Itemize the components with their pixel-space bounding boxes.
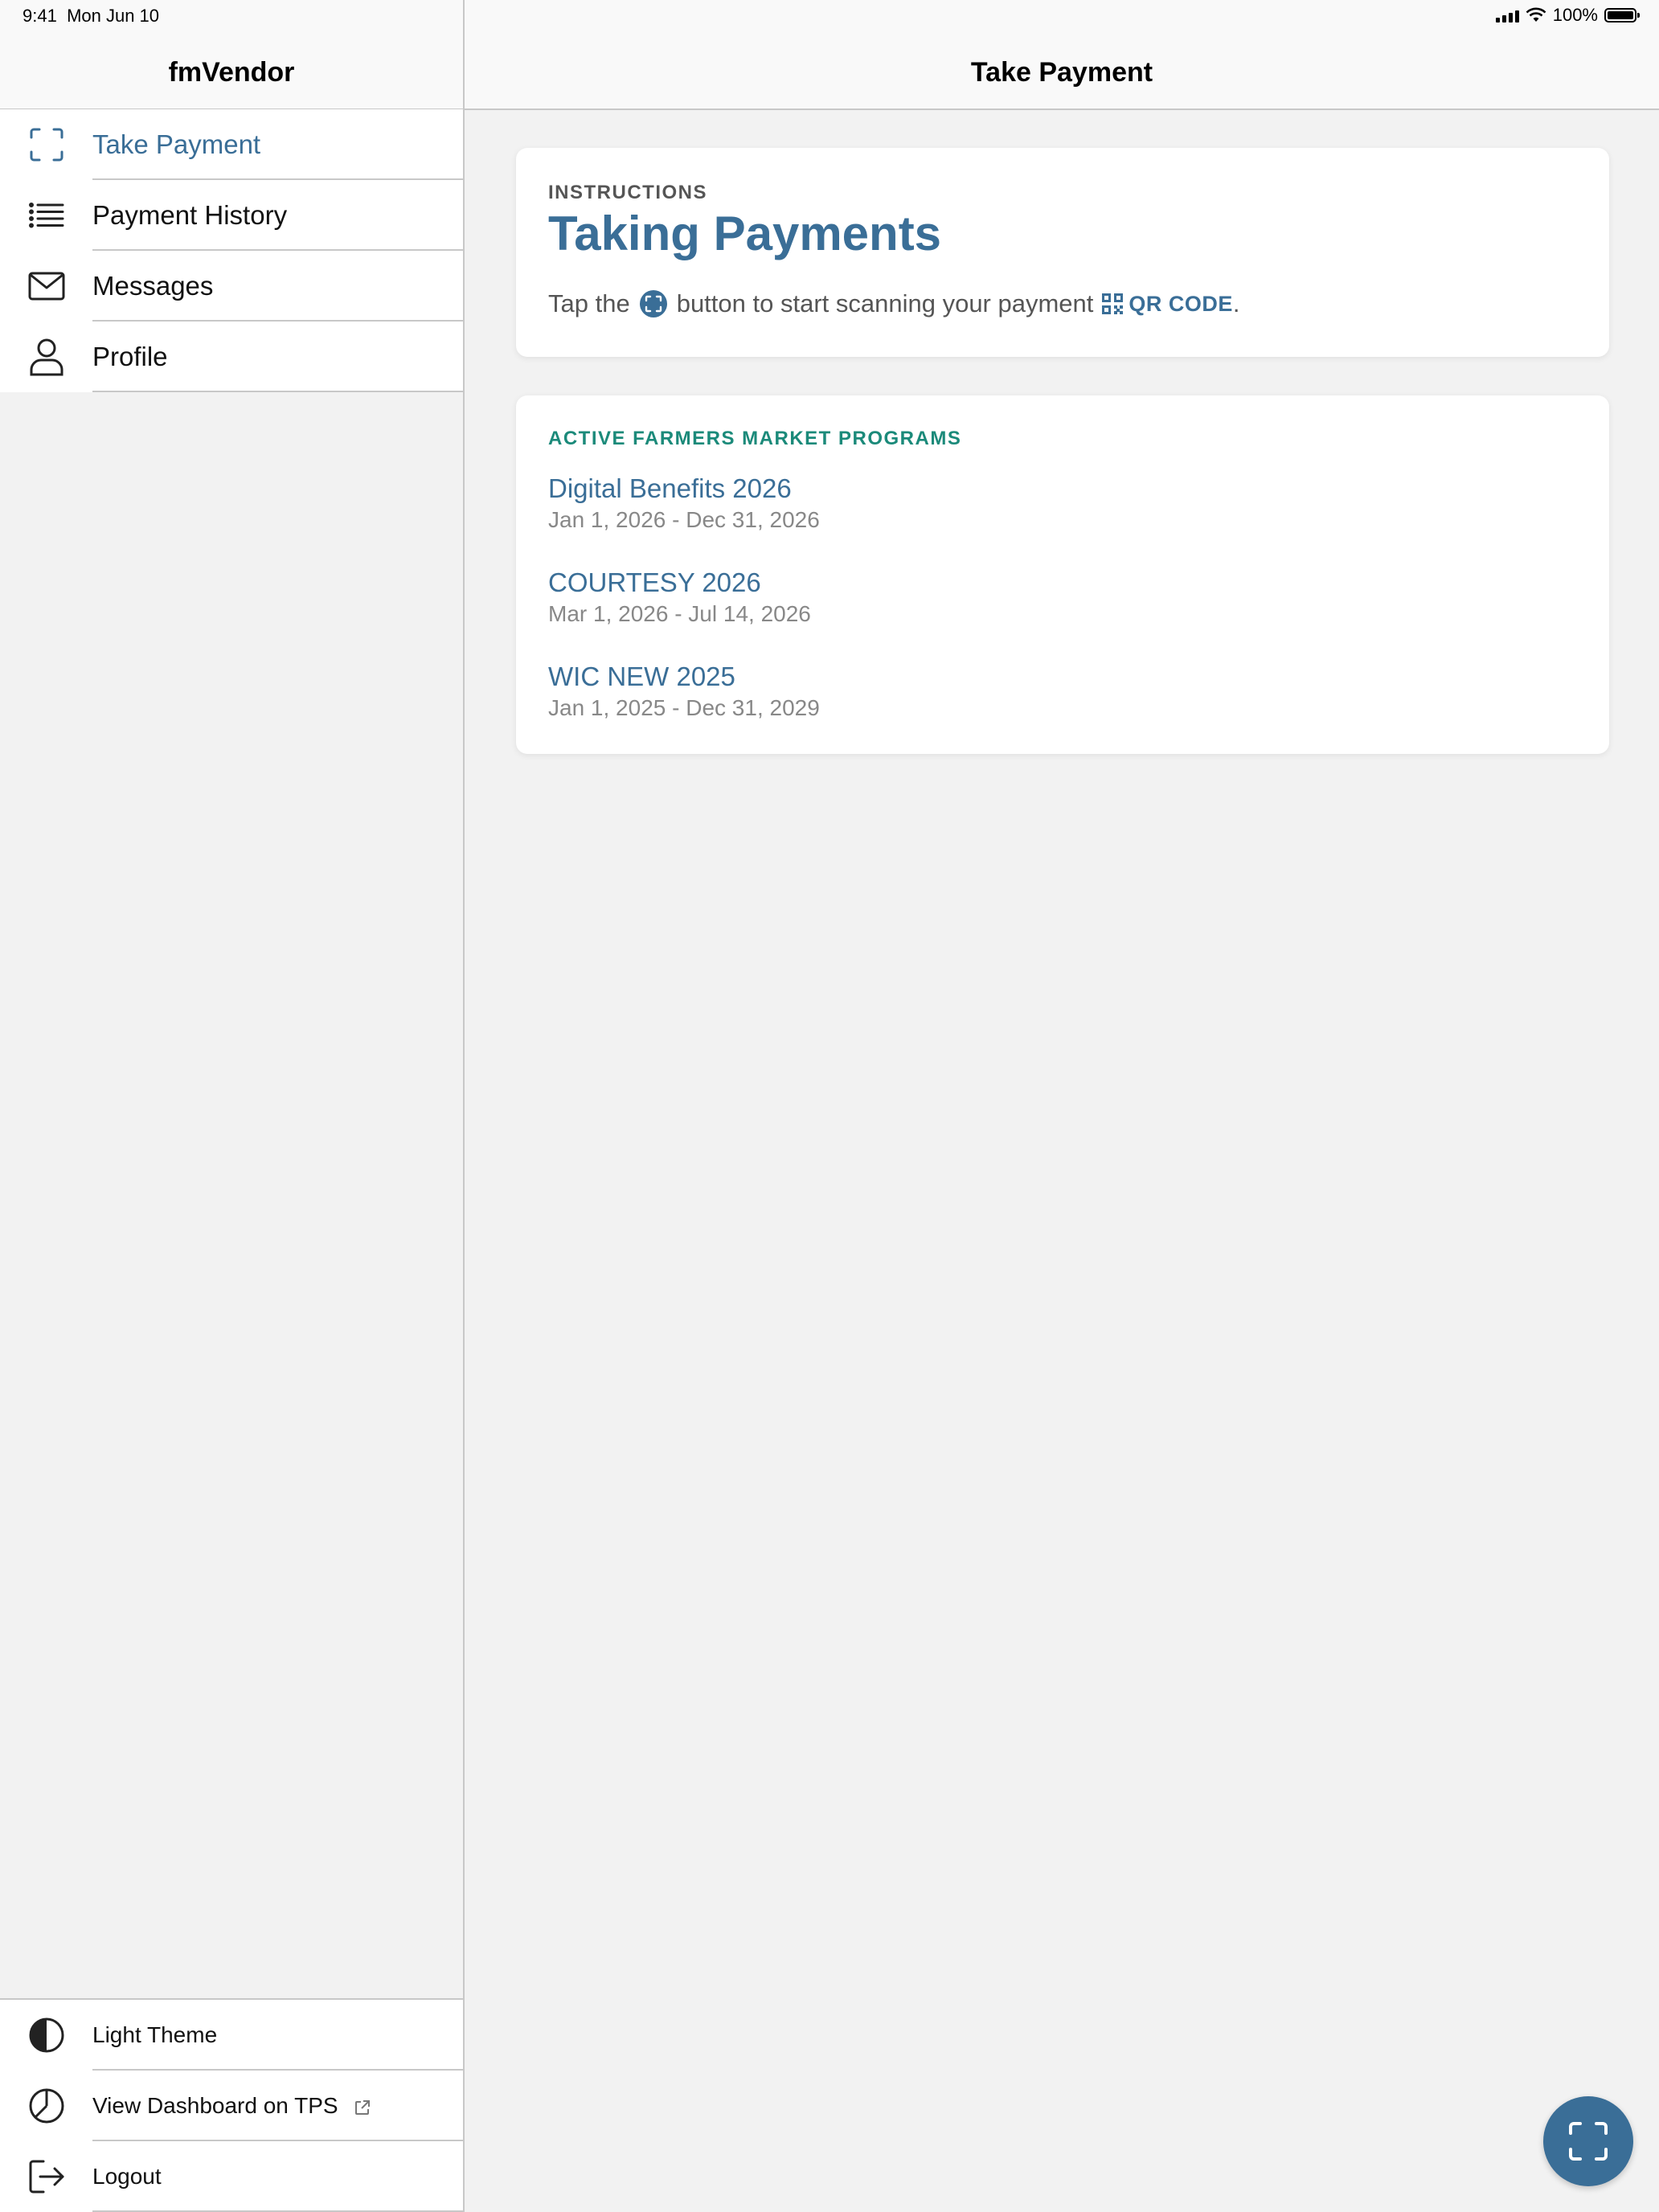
sidebar-item-label: Profile — [92, 322, 463, 392]
sidebar-item-payment-history[interactable]: Payment History — [0, 180, 463, 251]
instructions-eyebrow: INSTRUCTIONS — [548, 182, 707, 203]
scan-button-icon — [639, 290, 667, 317]
sidebar-item-label: View Dashboard on TPS — [92, 2093, 338, 2118]
external-link-icon — [355, 2099, 371, 2115]
instructions-heading: Taking Payments — [548, 207, 942, 260]
status-time: 9:41 Mon Jun 10 — [23, 6, 160, 26]
program-item: COURTESY 2026 Mar 1, 2026 - Jul 14, 2026 — [548, 567, 811, 628]
instructions-card: INSTRUCTIONS Taking Payments Tap the but… — [516, 148, 1609, 357]
program-dates: Jan 1, 2025 - Dec 31, 2029 — [548, 695, 820, 720]
battery-icon — [1604, 8, 1640, 23]
program-name: COURTESY 2026 — [548, 567, 761, 597]
instructions-text-before: Tap the — [548, 289, 630, 317]
program-dates: Mar 1, 2026 - Jul 14, 2026 — [548, 601, 811, 626]
program-name: WIC NEW 2025 — [548, 662, 735, 691]
sidebar-item-light-theme[interactable]: Light Theme — [0, 2000, 463, 2071]
pie-chart-icon — [29, 2088, 63, 2124]
scan-icon — [1569, 2122, 1608, 2161]
sidebar-item-label: Messages — [92, 251, 463, 322]
programs-title: ACTIVE FARMERS MARKET PROGRAMS — [548, 428, 962, 449]
sidebar-footer-nav: Light Theme View Dashboard on TPS Logout — [0, 1998, 463, 2212]
cellular-signal-icon — [1495, 8, 1519, 23]
sidebar-item-messages[interactable]: Messages — [0, 251, 463, 322]
sidebar-item-logout[interactable]: Logout — [0, 2141, 463, 2212]
page-title: Take Payment — [970, 57, 1153, 88]
program-dates: Jan 1, 2026 - Dec 31, 2026 — [548, 507, 820, 532]
sidebar-item-view-dashboard[interactable]: View Dashboard on TPS — [0, 2071, 463, 2141]
sidebar: fmVendor Take Payment Payment History Me… — [0, 0, 465, 2212]
status-bar: 9:41 Mon Jun 10 100% — [0, 0, 1659, 32]
envelope-icon — [28, 272, 64, 301]
sidebar-item-label: Logout — [92, 2141, 463, 2212]
battery-percentage: 100% — [1552, 5, 1598, 25]
app-title: fmVendor — [168, 57, 295, 88]
sidebar-item-take-payment[interactable]: Take Payment — [0, 109, 463, 180]
instructions-text-after: . — [1232, 289, 1240, 317]
person-icon — [30, 338, 63, 376]
sidebar-item-label: Payment History — [92, 180, 463, 251]
sidebar-item-label: Take Payment — [92, 109, 463, 180]
contrast-icon — [29, 2017, 63, 2053]
program-item: WIC NEW 2025 Jan 1, 2025 - Dec 31, 2029 — [548, 661, 820, 722]
instructions-text-middle: button to start scanning your payment — [676, 289, 1094, 317]
program-item: Digital Benefits 2026 Jan 1, 2026 - Dec … — [548, 473, 820, 534]
qr-code-text: QR CODE — [1129, 291, 1233, 316]
scan-fab-button[interactable] — [1543, 2096, 1633, 2186]
program-name: Digital Benefits 2026 — [548, 473, 792, 503]
sidebar-item-label: Light Theme — [92, 2000, 463, 2071]
qr-code-icon — [1102, 293, 1124, 314]
qr-code-label: QR CODE — [1101, 292, 1233, 317]
sidebar-item-profile[interactable]: Profile — [0, 322, 463, 392]
instructions-text: Tap the button to start scanning your pa… — [548, 289, 1240, 318]
wifi-icon — [1526, 7, 1546, 22]
programs-card: ACTIVE FARMERS MARKET PROGRAMS Digital B… — [516, 395, 1609, 754]
status-indicators: 100% — [1495, 5, 1640, 26]
logout-icon — [29, 2160, 63, 2194]
sidebar-nav: Take Payment Payment History Messages Pr… — [0, 109, 463, 392]
list-icon — [28, 203, 63, 228]
scan-icon — [30, 128, 63, 162]
sidebar-item-label-row: View Dashboard on TPS — [92, 2071, 463, 2141]
